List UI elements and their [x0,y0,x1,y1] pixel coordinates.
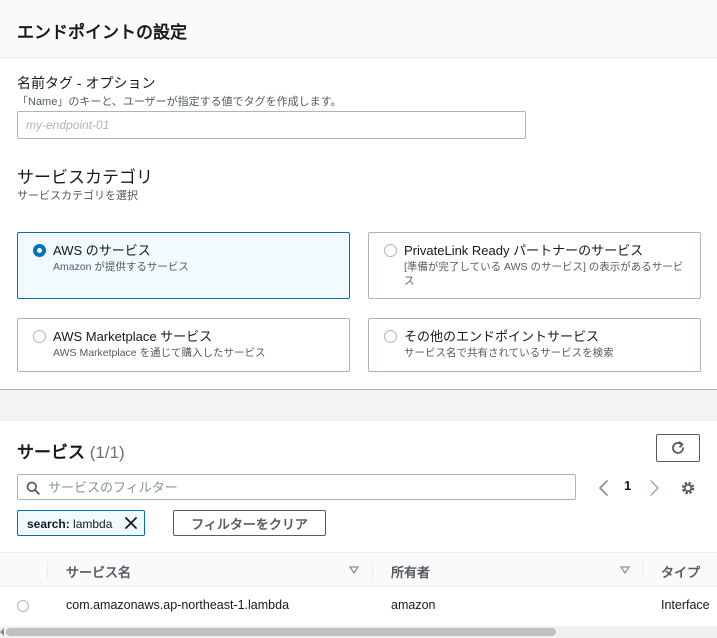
chevron-right-icon[interactable] [647,479,661,497]
tile-title: PrivateLink Ready パートナーのサービス [404,243,644,258]
service-category-description: サービスカテゴリを選択 [17,190,138,202]
table-row[interactable]: com.amazonaws.ap-northeast-1.lambda amaz… [0,588,717,622]
tile-description: サービス名で共有されているサービスを検索 [404,347,614,359]
tile-description: AWS Marketplace を通じて購入したサービス [53,347,266,359]
column-divider [642,561,643,579]
scrollbar-thumb[interactable] [6,628,556,636]
clear-filters-button[interactable]: フィルターをクリア [173,510,326,536]
tile-description: [準備が完了している AWS のサービス] の表示があるサービス [404,261,684,287]
tile-title: その他のエンドポイントサービス [404,329,600,344]
horizontal-scrollbar[interactable] [0,626,717,638]
page-title: エンドポイントの設定 [17,23,187,42]
service-filter-search[interactable] [17,474,576,500]
search-icon [26,481,40,495]
tile-title: AWS のサービス [53,243,151,258]
radio-other[interactable] [384,330,397,343]
category-tile-aws[interactable]: AWS のサービス Amazon が提供するサービス [17,232,350,299]
column-header-service-name[interactable]: サービス名 [66,562,131,581]
name-tag-label: 名前タグ - オプション [17,75,156,91]
tile-title: AWS Marketplace サービス [53,329,213,344]
services-title: サービス [17,443,85,462]
column-divider [47,561,48,579]
cell-type: Interface [661,598,710,612]
refresh-icon [672,441,684,454]
radio-aws[interactable] [33,244,46,257]
page-number[interactable]: 1 [624,478,631,493]
name-tag-description: 「Name」のキーと、ユーザーが指定する値でタグを作成します。 [17,96,342,108]
radio-privatelink[interactable] [384,244,397,257]
sort-caret-icon[interactable] [349,566,359,574]
close-icon[interactable] [124,516,138,530]
services-count: (1/1) [89,443,125,462]
scroll-left-arrow-icon[interactable] [0,628,4,636]
sort-caret-icon[interactable] [620,566,630,574]
radio-marketplace[interactable] [33,330,46,343]
category-tile-marketplace[interactable]: AWS Marketplace サービス AWS Marketplace を通じ… [17,318,350,372]
cell-owner: amazon [391,598,436,612]
panel-header: エンドポイントの設定 [0,0,717,58]
filter-token-key: search: [27,517,70,531]
category-tile-other[interactable]: その他のエンドポイントサービス サービス名で共有されているサービスを検索 [368,318,701,372]
filter-token-value: lambda [73,517,113,531]
service-category-heading: サービスカテゴリ [17,168,153,187]
refresh-button[interactable] [656,434,700,462]
services-table-header: サービス名 所有者 タイプ [0,552,717,587]
category-tile-privatelink[interactable]: PrivateLink Ready パートナーのサービス [準備が完了している … [368,232,701,299]
service-filter-input[interactable] [48,478,568,496]
column-header-type[interactable]: タイプ [661,562,700,581]
name-tag-input[interactable] [17,111,526,139]
services-heading: サービス (1/1) [17,438,125,463]
gear-icon[interactable] [680,480,696,496]
chevron-left-icon[interactable] [597,479,611,497]
row-select-radio[interactable] [17,600,29,612]
tile-description: Amazon が提供するサービス [53,261,189,273]
column-header-owner[interactable]: 所有者 [391,562,430,581]
filter-token: search: lambda [17,510,145,536]
column-divider [372,561,373,579]
cell-service-name: com.amazonaws.ap-northeast-1.lambda [66,598,290,612]
endpoint-settings-panel: エンドポイントの設定 名前タグ - オプション 「Name」のキーと、ユーザーが… [0,0,717,390]
